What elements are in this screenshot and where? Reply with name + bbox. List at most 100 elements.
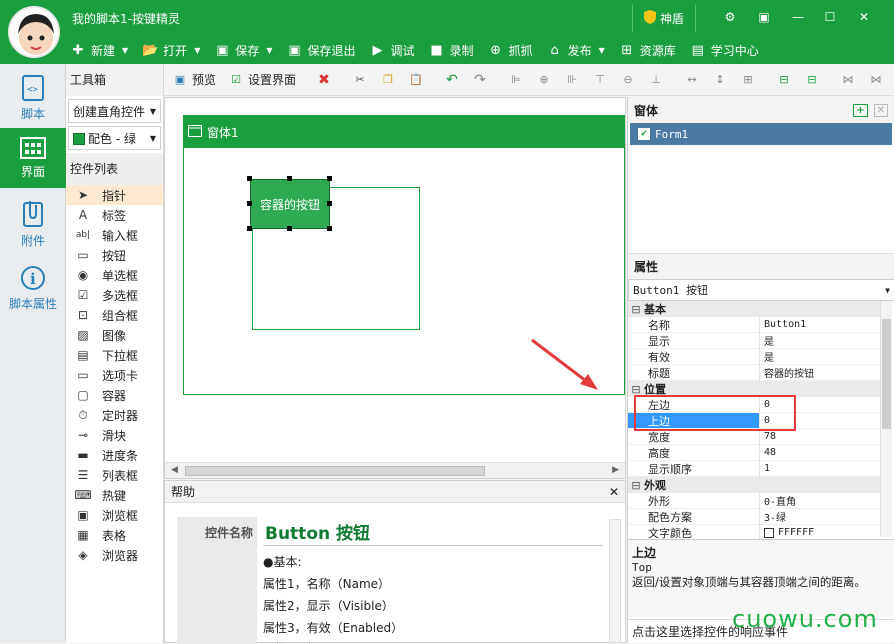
property-value[interactable]: 是 bbox=[760, 333, 880, 348]
scroll-left-icon[interactable]: ◀ bbox=[171, 465, 178, 475]
redo-button[interactable]: ↷ bbox=[472, 72, 488, 88]
container-button-control[interactable]: 容器的按钮 bbox=[250, 179, 330, 229]
hspace-button[interactable]: ⋈ bbox=[840, 72, 856, 88]
align-bottom-button[interactable]: ⊥ bbox=[648, 72, 664, 88]
property-row[interactable]: 外形 0-直角 bbox=[628, 493, 880, 509]
property-row[interactable]: 有效是 bbox=[628, 349, 880, 365]
settings-gear-icon[interactable]: ⚙ bbox=[716, 6, 744, 28]
scroll-thumb[interactable] bbox=[185, 466, 485, 476]
resize-handle[interactable] bbox=[247, 176, 252, 181]
resize-handle[interactable] bbox=[247, 226, 252, 231]
property-row[interactable]: 高度 48 bbox=[628, 445, 880, 461]
help-scrollbar[interactable] bbox=[609, 519, 621, 643]
same-size-button[interactable]: ⊞ bbox=[740, 72, 756, 88]
property-row[interactable]: 标题 容器的按钮 bbox=[628, 365, 880, 381]
resource-button[interactable]: ⊞ 资源库 bbox=[619, 42, 675, 59]
center-vertical-button[interactable]: ⊟ bbox=[804, 72, 820, 88]
control-item-combobox[interactable]: ⊡ 组合框 bbox=[66, 305, 163, 325]
property-scrollbar[interactable] bbox=[880, 301, 892, 537]
user-avatar[interactable] bbox=[8, 6, 60, 58]
resize-handle[interactable] bbox=[327, 176, 332, 181]
property-row[interactable]: 宽度 78 bbox=[628, 429, 880, 445]
same-height-button[interactable]: ↕ bbox=[712, 72, 728, 88]
control-item-checkbox[interactable]: ☑ 多选框 bbox=[66, 285, 163, 305]
control-item-textbox[interactable]: ab| 输入框 bbox=[66, 225, 163, 245]
form-list-item[interactable]: ✔ Form1 bbox=[630, 123, 892, 145]
resize-handle[interactable] bbox=[247, 201, 252, 206]
control-item-listbox[interactable]: ☰ 列表框 bbox=[66, 465, 163, 485]
collapse-icon[interactable]: ⊟ bbox=[628, 479, 644, 492]
property-row[interactable]: 配色方案 3-绿 bbox=[628, 509, 880, 525]
control-item-image[interactable]: ▨ 图像 bbox=[66, 325, 163, 345]
close-icon[interactable]: ✕ bbox=[609, 485, 619, 499]
designer-canvas[interactable]: 窗体1 容器的按钮 ◀ ▶ bbox=[164, 97, 626, 479]
control-item-label[interactable]: A 标签 bbox=[66, 205, 163, 225]
vspace-button[interactable]: ⋈ bbox=[868, 72, 884, 88]
control-item-hotkey[interactable]: ⌨ 热键 bbox=[66, 485, 163, 505]
object-select[interactable]: Button1 按钮 ▼ bbox=[628, 279, 894, 301]
minimize-icon[interactable]: — bbox=[784, 6, 812, 28]
same-width-button[interactable]: ↔ bbox=[684, 72, 700, 88]
learning-button[interactable]: ▤ 学习中心 bbox=[690, 42, 759, 59]
new-button[interactable]: ✚ 新建 ▼ bbox=[70, 42, 129, 59]
property-value[interactable]: 是 bbox=[760, 349, 880, 364]
control-item-browse[interactable]: ▣ 浏览框 bbox=[66, 505, 163, 525]
control-item-timer[interactable]: ⏱ 定时器 bbox=[66, 405, 163, 425]
property-row[interactable]: 显示顺序 1 bbox=[628, 461, 880, 477]
create-mode-select[interactable]: 创建直角控件 ▼ bbox=[68, 99, 161, 123]
property-category[interactable]: ⊟ 外观 bbox=[628, 477, 880, 493]
undo-button[interactable]: ↶ bbox=[444, 72, 460, 88]
capture-button[interactable]: ⊕ 抓抓 bbox=[488, 42, 532, 59]
close-icon[interactable]: ✕ bbox=[850, 6, 878, 28]
control-item-slider[interactable]: ⊸ 滑块 bbox=[66, 425, 163, 445]
maximize-icon[interactable]: ☐ bbox=[816, 6, 844, 28]
center-horizontal-button[interactable]: ⊟ bbox=[776, 72, 792, 88]
control-item-tab[interactable]: ▭ 选项卡 bbox=[66, 365, 163, 385]
align-right-button[interactable]: ⊪ bbox=[564, 72, 580, 88]
control-item-dropdown[interactable]: ▤ 下拉框 bbox=[66, 345, 163, 365]
open-button[interactable]: 📂 打开 ▼ bbox=[142, 42, 200, 59]
resize-handle[interactable] bbox=[287, 226, 292, 231]
property-value[interactable]: 1 bbox=[760, 461, 880, 476]
nav-script[interactable]: <> 脚本 bbox=[0, 68, 66, 128]
control-item-pointer[interactable]: ➤ 指针 bbox=[66, 185, 163, 205]
paste-button[interactable]: 📋 bbox=[408, 72, 424, 88]
align-top-button[interactable]: ⊤ bbox=[592, 72, 608, 88]
color-scheme-select[interactable]: 配色 - 绿 ▼ bbox=[68, 126, 161, 150]
property-value[interactable]: 3-绿 bbox=[760, 509, 880, 524]
preview-button[interactable]: ▣ 预览 bbox=[172, 71, 216, 88]
save-exit-button[interactable]: ▣ 保存退出 bbox=[287, 42, 355, 59]
resize-handle[interactable] bbox=[287, 176, 292, 181]
control-item-table[interactable]: ▦ 表格 bbox=[66, 525, 163, 545]
nav-ui[interactable]: 界面 bbox=[0, 128, 66, 188]
collapse-icon[interactable]: ⊟ bbox=[628, 303, 644, 316]
resize-handle[interactable] bbox=[327, 201, 332, 206]
align-left-button[interactable]: ⊫ bbox=[508, 72, 524, 88]
menu-icon[interactable]: ▣ bbox=[750, 6, 778, 28]
align-center-button[interactable]: ⊕ bbox=[536, 72, 552, 88]
copy-button[interactable]: ❐ bbox=[380, 72, 396, 88]
scroll-thumb[interactable] bbox=[882, 319, 891, 429]
control-item-container[interactable]: ▢ 容器 bbox=[66, 385, 163, 405]
setup-ui-button[interactable]: ☑ 设置界面 bbox=[228, 71, 296, 88]
control-item-button[interactable]: ▭ 按钮 bbox=[66, 245, 163, 265]
property-value[interactable]: FFFFFF bbox=[760, 525, 880, 540]
delete-form-icon[interactable]: ✕ bbox=[873, 103, 888, 117]
control-item-progress[interactable]: ▬ 进度条 bbox=[66, 445, 163, 465]
property-category[interactable]: ⊟ 基本 bbox=[628, 301, 880, 317]
collapse-icon[interactable]: ⊟ bbox=[628, 383, 644, 396]
designer-hscrollbar[interactable]: ◀ ▶ bbox=[165, 462, 625, 478]
property-value[interactable]: 0-直角 bbox=[760, 493, 880, 508]
delete-button[interactable]: ✖ bbox=[316, 72, 332, 88]
control-item-radio[interactable]: ◉ 单选框 bbox=[66, 265, 163, 285]
add-form-icon[interactable]: + bbox=[853, 103, 868, 117]
save-button[interactable]: ▣ 保存 ▼ bbox=[214, 42, 272, 59]
property-value[interactable]: 48 bbox=[760, 445, 880, 460]
cut-button[interactable]: ✂ bbox=[352, 72, 368, 88]
control-item-browser[interactable]: ◈ 浏览器 bbox=[66, 545, 163, 565]
property-row[interactable]: 显示是 bbox=[628, 333, 880, 349]
publish-button[interactable]: ⌂ 发布 ▼ bbox=[547, 42, 604, 59]
debug-button[interactable]: ▶ 调试 bbox=[370, 42, 415, 59]
nav-script-props[interactable]: i 脚本属性 bbox=[0, 258, 66, 318]
property-value[interactable]: 容器的按钮 bbox=[760, 365, 880, 380]
